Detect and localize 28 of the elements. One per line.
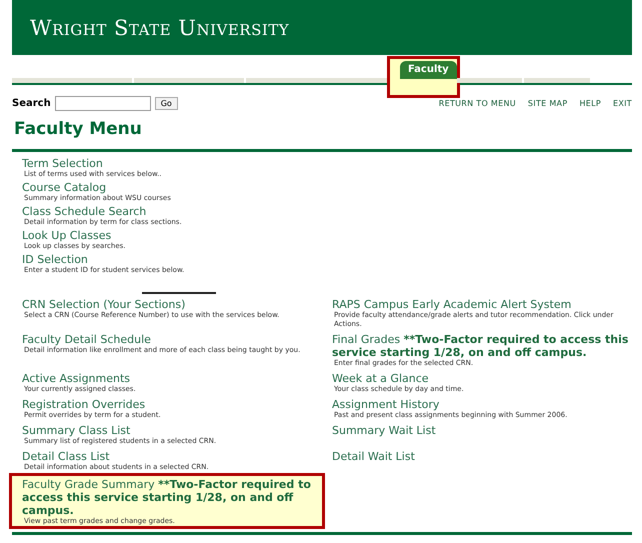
menu-link[interactable]: Summary Class List [22,424,322,437]
menu-link[interactable]: Week at a Glance [332,372,632,385]
menu-link[interactable]: Active Assignments [22,372,322,385]
search-field[interactable] [54,96,151,110]
nav-link[interactable]: SITE MAP [528,98,568,108]
nav-link[interactable]: RETURN TO MENU [438,98,516,108]
menu-link[interactable]: Detail Wait List [332,450,632,463]
menu-link[interactable]: Registration Overrides [22,398,322,411]
menu-link[interactable]: Final Grades **Two-Factor required to access this service starting 1/28, on and off campus. [332,333,632,359]
menu-link[interactable]: Faculty Grade Summary **Two-Factor required to access this service starting 1/28, on and off campus. [22,478,322,517]
menu-link[interactable]: Look Up Classes [22,229,632,242]
menu-link[interactable]: Assignment History [332,398,632,411]
menu-link[interactable]: Course Catalog [22,181,632,194]
go-button[interactable]: Go [154,96,178,110]
faculty-tab[interactable]: Faculty [400,61,457,79]
menu-link[interactable]: Term Selection [22,157,632,170]
search-label: Search [12,98,51,108]
nav-link[interactable]: HELP [579,98,602,108]
menu-link[interactable]: Class Schedule Search [22,205,632,218]
nav-link[interactable]: EXIT [613,98,632,108]
menu-link[interactable]: Summary Wait List [332,424,632,437]
menu-link[interactable]: Detail Class List [22,450,322,463]
menu-link[interactable]: ID Selection [22,253,632,266]
page-title: Faculty Menu [14,119,143,139]
menu-link[interactable]: RAPS Campus Early Academic Alert System [332,298,632,311]
menu-link[interactable]: CRN Selection (Your Sections) [22,298,322,311]
menu-link[interactable]: Faculty Detail Schedule [22,333,322,346]
university-logo: Wright State University [30,16,290,40]
